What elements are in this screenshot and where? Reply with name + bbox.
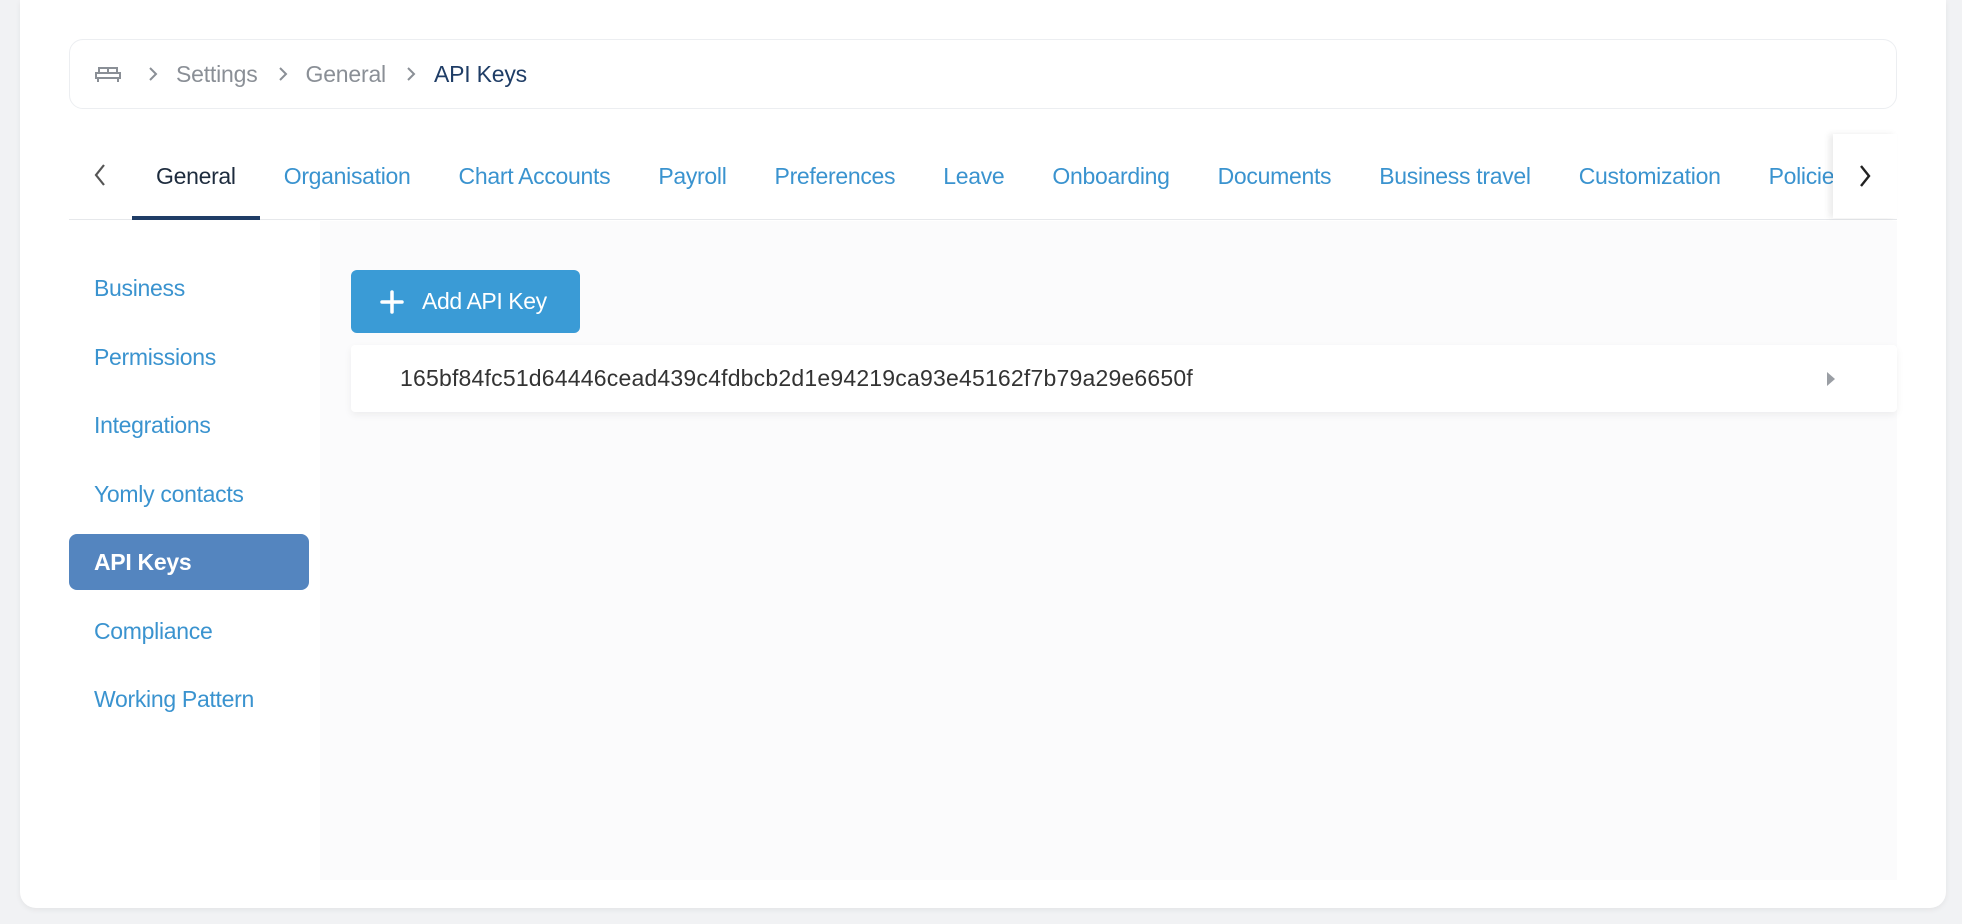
sidebar-item-permissions[interactable]: Permissions: [69, 329, 309, 385]
api-key-row[interactable]: 165bf84fc51d64446cead439c4fdbcb2d1e94219…: [351, 345, 1897, 412]
api-key-value: 165bf84fc51d64446cead439c4fdbcb2d1e94219…: [400, 365, 1193, 391]
tab-chart-accounts[interactable]: Chart Accounts: [435, 130, 635, 219]
sidebar-item-api-keys[interactable]: API Keys: [69, 534, 309, 590]
breadcrumb-current: API Keys: [433, 60, 527, 87]
tab-payroll[interactable]: Payroll: [634, 130, 750, 219]
sidebar-item-integrations[interactable]: Integrations: [69, 397, 309, 453]
tab-organisation[interactable]: Organisation: [260, 130, 435, 219]
sidebar-item-business[interactable]: Business: [69, 260, 309, 316]
tab-onboarding[interactable]: Onboarding: [1028, 130, 1193, 219]
sidebar-item-compliance[interactable]: Compliance: [69, 603, 309, 659]
breadcrumb: Settings General API Keys: [69, 39, 1897, 109]
tab-customization[interactable]: Customization: [1555, 130, 1745, 219]
tab-general[interactable]: General: [132, 130, 260, 220]
settings-sidebar: Business Permissions Integrations Yomly …: [69, 260, 309, 740]
tab-policies[interactable]: Policies: [1745, 130, 1833, 219]
tab-leave[interactable]: Leave: [919, 130, 1028, 219]
breadcrumb-general[interactable]: General: [306, 61, 387, 88]
tab-documents[interactable]: Documents: [1194, 130, 1356, 219]
sidebar-item-working-pattern[interactable]: Working Pattern: [69, 671, 309, 727]
chevron-left-icon[interactable]: [85, 160, 115, 190]
tab-preferences[interactable]: Preferences: [751, 130, 920, 219]
chevron-right-icon[interactable]: [1833, 134, 1897, 218]
tab-strip: General Organisation Chart Accounts Payroll…: [132, 130, 1833, 220]
tab-business-travel[interactable]: Business travel: [1355, 130, 1554, 219]
caret-right-icon[interactable]: [1825, 371, 1837, 387]
chevron-right-icon: [142, 66, 164, 82]
chevron-right-icon: [400, 66, 422, 82]
add-api-key-button[interactable]: Add API Key: [351, 270, 580, 333]
add-api-key-label: Add API Key: [422, 288, 547, 314]
home-icon[interactable]: [94, 64, 122, 84]
settings-tabs: General Organisation Chart Accounts Payroll…: [69, 130, 1897, 220]
sidebar-item-yomly-contacts[interactable]: Yomly contacts: [69, 466, 309, 522]
plus-icon: [380, 289, 404, 314]
breadcrumb-settings[interactable]: Settings: [176, 61, 258, 88]
chevron-right-icon: [272, 66, 294, 82]
